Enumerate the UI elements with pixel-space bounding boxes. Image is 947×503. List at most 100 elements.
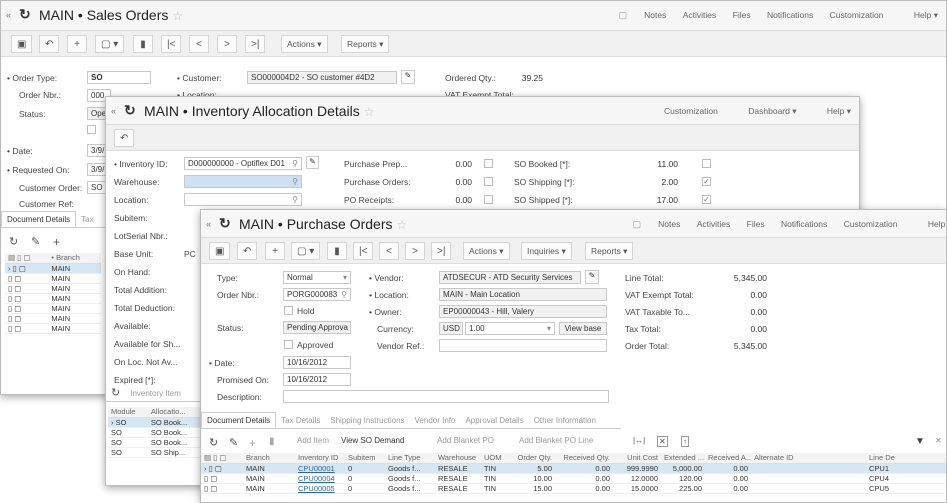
description-field[interactable] [283,390,609,403]
favorite-star-icon[interactable]: ☆ [364,105,375,119]
notes-link[interactable]: ▢ Notes [619,219,681,230]
table-row[interactable]: ▯ ▢ MAIN CPU00005 0 Goods f... RESALE TIN 15.00… [201,483,946,494]
favorite-star-icon[interactable]: ☆ [172,9,183,23]
add-icon[interactable]: + [67,35,87,53]
help-link[interactable]: Help ▾ [813,106,851,117]
tab-vendor-info[interactable]: Vendor Info [410,413,461,429]
table-row[interactable]: SO SO Book... [108,437,203,448]
hold-checkbox[interactable] [87,125,96,134]
first-record-icon[interactable]: |< [161,35,182,53]
files-link[interactable]: Files [747,219,765,229]
add-icon[interactable]: + [265,242,285,260]
table-row[interactable]: › SO SO Book... [108,417,203,428]
customization-link[interactable]: Customization [830,10,884,20]
refresh-grid-icon[interactable]: ↻ [209,436,218,449]
table-row[interactable]: ▯ ▢ MAIN [5,313,101,324]
prev-record-icon[interactable]: < [189,35,209,53]
refresh-icon[interactable]: ↻ [19,6,31,23]
table-row[interactable]: › ▯ ▢ MAIN CPU00001 0 Goods f... RESALE TIN 5.0… [201,463,946,474]
refresh-icon[interactable]: ↻ [124,102,136,119]
prev-record-icon[interactable]: < [379,242,399,260]
owner-field[interactable]: EP00000043 - Hill, Valery [439,305,607,318]
table-row[interactable]: ▯ ▢ MAIN [5,303,101,314]
reports-menu[interactable]: Reports ▾ [585,242,634,260]
hold-checkbox[interactable] [284,306,293,315]
notifications-link[interactable]: Notifications [767,10,813,20]
add-blanket-po-line-button[interactable]: Add Blanket PO Line [519,436,593,445]
next-record-icon[interactable]: > [217,35,237,53]
date-field[interactable]: 10/16/2012 [283,356,351,369]
upload-icon[interactable]: ↑ [681,436,689,447]
help-link[interactable]: Help ▾ [914,219,946,230]
tab-document-details[interactable]: Document Details [1,211,77,227]
favorite-star-icon[interactable]: ☆ [396,218,407,232]
collapse-icon[interactable]: « [6,10,11,20]
dashboard-link[interactable]: Dashboard ▾ [734,106,796,117]
table-row[interactable]: ▯ ▢ MAIN [5,283,101,294]
tab-inventory-item[interactable]: Inventory Item [125,386,186,402]
undo-icon[interactable]: ↶ [114,129,135,147]
table-row[interactable]: SO SO Ship... [108,447,203,458]
add-blanket-po-button[interactable]: Add Blanket PO [437,436,494,445]
view-base-button[interactable]: View base [559,322,607,335]
actions-menu[interactable]: Actions ▾ [463,242,510,260]
vendor-ref-field[interactable] [439,339,607,352]
delete-row-icon[interactable]: ▮ [269,436,275,447]
undo-icon[interactable]: ↶ [39,35,60,53]
customer-edit-icon[interactable]: ✎ [401,70,415,84]
actions-menu[interactable]: Actions ▾ [281,35,328,53]
undo-icon[interactable]: ↶ [237,242,258,260]
reports-menu[interactable]: Reports ▾ [341,35,390,53]
inquiries-menu[interactable]: Inquiries ▾ [521,242,572,260]
grid-cell[interactable]: CPU00005 [295,483,345,494]
edit-grid-icon[interactable]: ✎ [31,235,40,248]
ia-field-input[interactable]: D000000000 - Optiflex D01 ⚲ [184,157,302,170]
search-icon[interactable]: ⚲ [292,194,298,205]
clear-filter-icon[interactable]: ✕ [935,436,942,445]
copy-icon[interactable]: ▢ ▾ [291,242,321,260]
search-icon[interactable]: ⚲ [292,176,298,187]
export-excel-icon[interactable]: ✕ [657,436,668,447]
filter-icon[interactable]: ▼ [915,436,925,447]
tab-approval-details[interactable]: Approval Details [460,413,528,429]
ia-field-input[interactable]: ⚲ [184,193,302,206]
tab-shipping-instructions[interactable]: Shipping Instructions [325,413,409,429]
order-nbr-field[interactable]: PORG000083 ⚲ [283,288,351,301]
table-row[interactable]: SO SO Book... [108,427,203,438]
copy-icon[interactable]: ▢ ▾ [95,35,125,53]
search-icon[interactable]: ⚲ [341,289,347,300]
last-record-icon[interactable]: >| [245,35,266,53]
currency-field[interactable]: USD [439,322,463,335]
add-row-icon[interactable]: + [249,436,256,450]
refresh-grid-icon[interactable]: ↻ [9,235,18,248]
delete-icon[interactable]: ▮ [327,242,347,260]
delete-icon[interactable]: ▮ [133,35,153,53]
promised-on-field[interactable]: 10/16/2012 [283,373,351,386]
view-so-demand-button[interactable]: View SO Demand [341,436,404,445]
grid-cell[interactable]: CPU00004 [295,473,345,484]
customization-link[interactable]: Customization [844,219,898,229]
table-row[interactable]: ▯ ▢ MAIN [5,273,101,284]
first-record-icon[interactable]: |< [353,242,374,260]
next-record-icon[interactable]: > [405,242,425,260]
ia-field-input[interactable]: ⚲ [184,175,302,188]
add-item-button[interactable]: Add Item [297,436,329,445]
edit-grid-icon[interactable]: ✎ [229,436,238,449]
search-icon[interactable]: ⚲ [292,158,298,169]
table-row[interactable]: ▯ ▢ MAIN [5,293,101,304]
notifications-link[interactable]: Notifications [781,219,827,229]
inventory-edit-icon[interactable]: ✎ [306,156,319,169]
tab-tax[interactable]: Tax [76,212,98,228]
fit-columns-icon[interactable]: |↔| [633,436,645,445]
add-row-icon[interactable]: + [53,235,60,249]
refresh-grid-icon[interactable]: ↻ [106,385,125,401]
table-row[interactable]: ▯ ▢ MAIN CPU00004 0 Goods f... RESALE TIN 10.00… [201,473,946,484]
last-record-icon[interactable]: >| [431,242,452,260]
activities-link[interactable]: Activities [697,219,731,229]
table-row[interactable]: ▯ ▢ MAIN [5,323,101,334]
save-icon[interactable]: ▣ [11,35,33,53]
notes-link[interactable]: ▢ Notes [605,10,667,21]
save-icon[interactable]: ▣ [209,242,231,260]
activities-link[interactable]: Activities [683,10,717,20]
vendor-edit-icon[interactable]: ✎ [585,270,599,284]
